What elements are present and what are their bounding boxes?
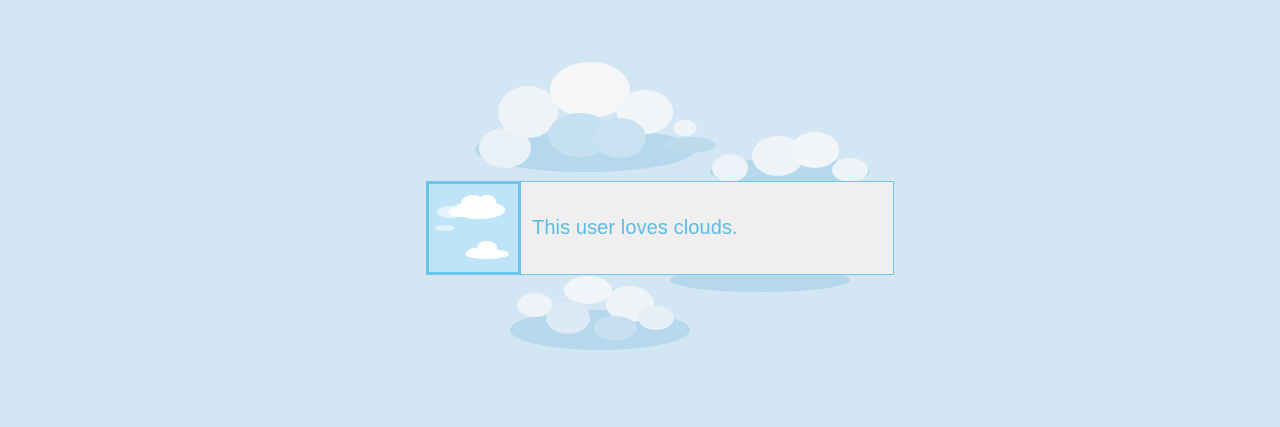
cloud-icon [426, 181, 521, 275]
userbox: This user loves clouds. [426, 181, 894, 275]
userbox-text-panel: This user loves clouds. [521, 181, 894, 275]
cloud-bottom [510, 276, 690, 350]
userbox-text: This user loves clouds. [532, 216, 738, 239]
cloud-top-left [475, 62, 716, 172]
